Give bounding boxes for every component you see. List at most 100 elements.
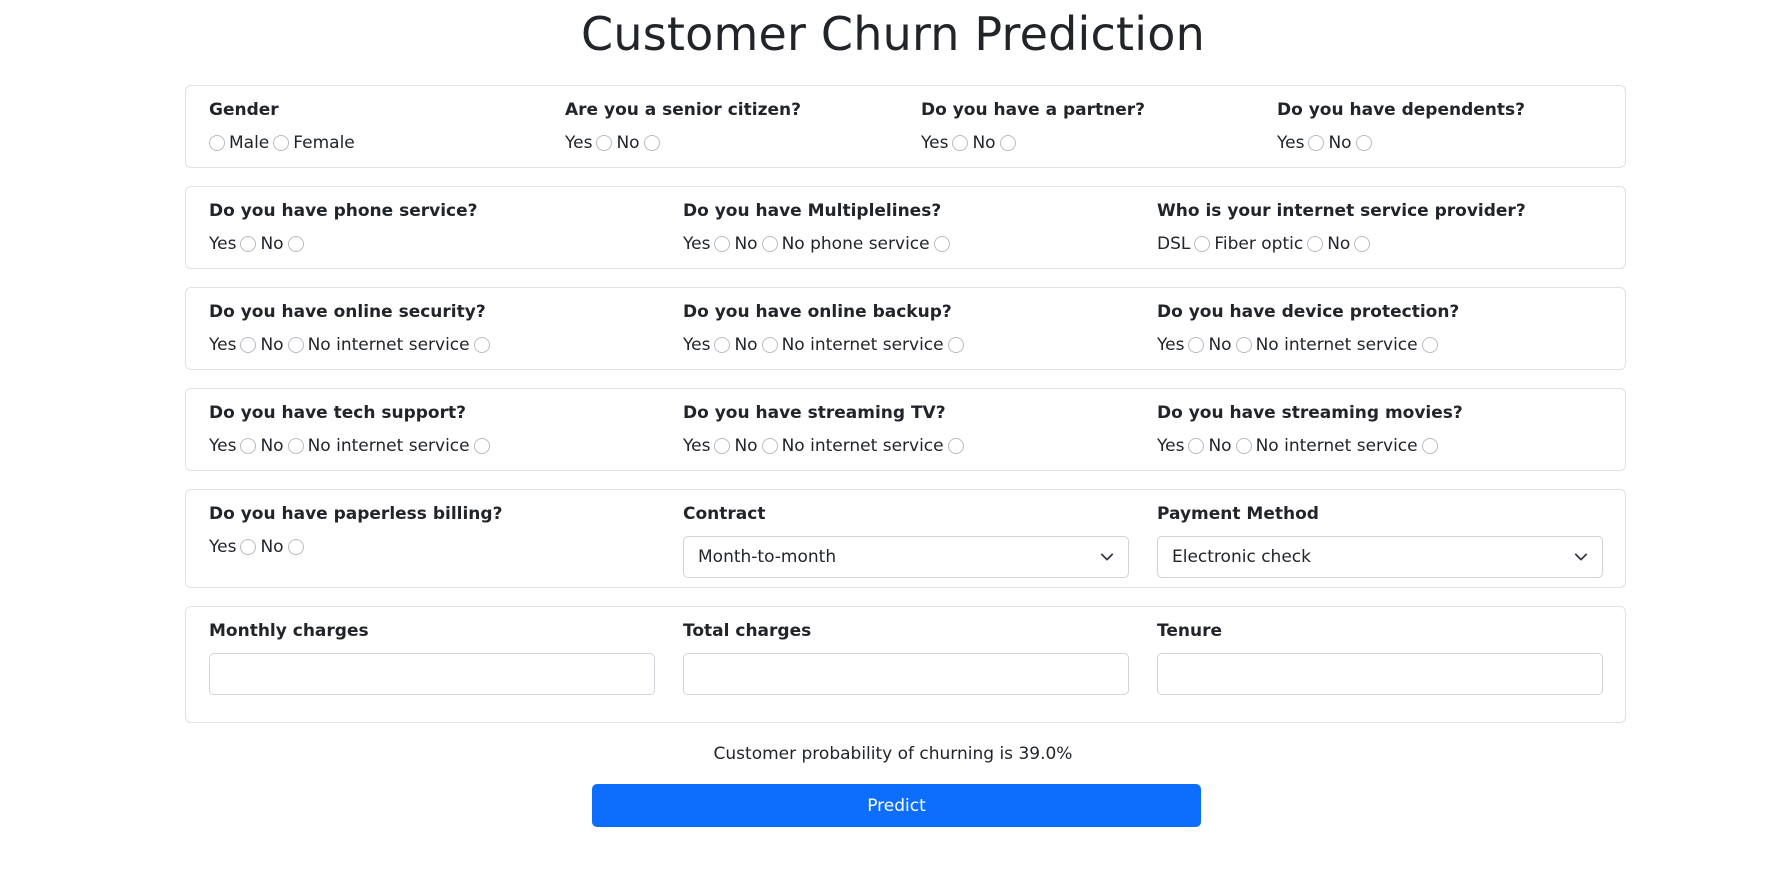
contract-label: Contract: [683, 504, 766, 524]
techsupport-options: Yes No No internet service: [209, 435, 494, 457]
security-no-radio[interactable]: [287, 337, 304, 353]
partner-yes-radio[interactable]: [952, 135, 969, 151]
protection-no-label: No: [1208, 335, 1232, 355]
paperless-no-radio[interactable]: [287, 539, 304, 555]
streamingmovies-label: Do you have streaming movies?: [1157, 403, 1463, 423]
field-phone: Do you have phone service? Yes No: [209, 200, 478, 255]
payment-label: Payment Method: [1157, 504, 1319, 524]
total-label: Total charges: [683, 621, 812, 641]
field-partner: Do you have a partner? Yes No: [921, 99, 1145, 154]
backup-no-label: No: [734, 335, 758, 355]
techsupport-no-radio[interactable]: [287, 438, 304, 454]
field-streamingmovies: Do you have streaming movies? Yes No No …: [1157, 402, 1463, 457]
phone-no-radio[interactable]: [287, 236, 304, 252]
chevron-down-icon: [1100, 553, 1114, 561]
streamingtv-no-radio[interactable]: [761, 438, 778, 454]
multiplelines-no-radio[interactable]: [761, 236, 778, 252]
techsupport-label: Do you have tech support?: [209, 403, 466, 423]
internet-fiber-radio[interactable]: [1307, 236, 1324, 252]
techsupport-nointernet-radio[interactable]: [473, 438, 490, 454]
backup-no-radio[interactable]: [761, 337, 778, 353]
multiplelines-yes-label: Yes: [683, 234, 711, 254]
streamingmovies-no-label: No: [1208, 436, 1232, 456]
internet-no-radio[interactable]: [1354, 236, 1371, 252]
security-nointernet-radio[interactable]: [473, 337, 490, 353]
streamingtv-yes-radio[interactable]: [714, 438, 731, 454]
gender-label: Gender: [209, 100, 279, 120]
internet-fiber-label: Fiber optic: [1214, 234, 1304, 254]
field-senior: Are you a senior citizen? Yes No: [565, 99, 801, 154]
monthly-charges-input[interactable]: [209, 653, 655, 695]
streamingmovies-yes-radio[interactable]: [1188, 438, 1205, 454]
multiplelines-yes-radio[interactable]: [714, 236, 731, 252]
gender-female-radio[interactable]: [273, 135, 290, 151]
multiplelines-options: Yes No No phone service: [683, 233, 954, 255]
protection-nointernet-radio[interactable]: [1421, 337, 1438, 353]
protection-yes-label: Yes: [1157, 335, 1185, 355]
senior-no-radio[interactable]: [643, 135, 660, 151]
contract-select[interactable]: Month-to-month: [683, 536, 1129, 578]
paperless-yes-radio[interactable]: [240, 539, 257, 555]
techsupport-no-label: No: [260, 436, 284, 456]
field-internet: Who is your internet service provider? D…: [1157, 200, 1526, 255]
senior-options: Yes No: [565, 132, 801, 154]
churn-result-text: Customer probability of churning is 39.0…: [713, 744, 1073, 764]
monthly-label: Monthly charges: [209, 621, 369, 641]
streamingmovies-nointernet-radio[interactable]: [1421, 438, 1438, 454]
internet-options: DSL Fiber optic No: [1157, 233, 1526, 255]
dependents-no-radio[interactable]: [1355, 135, 1372, 151]
dependents-yes-radio[interactable]: [1308, 135, 1325, 151]
gender-male-radio[interactable]: [209, 135, 225, 151]
partner-no-radio[interactable]: [999, 135, 1016, 151]
field-gender: Gender Male Female: [209, 99, 359, 154]
multiplelines-label: Do you have Multiplelines?: [683, 201, 942, 221]
streamingtv-label: Do you have streaming TV?: [683, 403, 946, 423]
streamingtv-no-label: No: [734, 436, 758, 456]
backup-nointernet-label: No internet service: [781, 335, 944, 355]
gender-male-label: Male: [229, 133, 270, 153]
field-payment: Payment Method Electronic check: [1157, 503, 1603, 578]
paperless-yes-label: Yes: [209, 537, 237, 557]
techsupport-yes-label: Yes: [209, 436, 237, 456]
predict-button[interactable]: Predict: [592, 784, 1201, 827]
phone-options: Yes No: [209, 233, 478, 255]
contract-selected-value: Month-to-month: [698, 547, 837, 567]
payment-select[interactable]: Electronic check: [1157, 536, 1603, 578]
card-online-services: Do you have online security? Yes No No i…: [185, 287, 1626, 370]
senior-no-label: No: [616, 133, 640, 153]
tenure-input[interactable]: [1157, 653, 1603, 695]
senior-yes-radio[interactable]: [596, 135, 613, 151]
streamingtv-nointernet-label: No internet service: [781, 436, 944, 456]
backup-yes-radio[interactable]: [714, 337, 731, 353]
streamingtv-options: Yes No No internet service: [683, 435, 968, 457]
multiplelines-nophone-radio[interactable]: [933, 236, 950, 252]
page-title: Customer Churn Prediction: [581, 7, 1205, 61]
security-nointernet-label: No internet service: [307, 335, 470, 355]
streamingmovies-nointernet-label: No internet service: [1255, 436, 1418, 456]
total-charges-input[interactable]: [683, 653, 1129, 695]
streamingtv-nointernet-radio[interactable]: [947, 438, 964, 454]
phone-label: Do you have phone service?: [209, 201, 478, 221]
security-yes-radio[interactable]: [240, 337, 257, 353]
protection-nointernet-label: No internet service: [1255, 335, 1418, 355]
paperless-no-label: No: [260, 537, 284, 557]
field-security: Do you have online security? Yes No No i…: [209, 301, 494, 356]
backup-options: Yes No No internet service: [683, 334, 968, 356]
streamingtv-yes-label: Yes: [683, 436, 711, 456]
security-yes-label: Yes: [209, 335, 237, 355]
streamingmovies-no-radio[interactable]: [1235, 438, 1252, 454]
phone-yes-radio[interactable]: [240, 236, 257, 252]
techsupport-yes-radio[interactable]: [240, 438, 257, 454]
protection-yes-radio[interactable]: [1188, 337, 1205, 353]
field-contract: Contract Month-to-month: [683, 503, 1129, 578]
field-backup: Do you have online backup? Yes No No int…: [683, 301, 968, 356]
internet-dsl-radio[interactable]: [1194, 236, 1211, 252]
backup-nointernet-radio[interactable]: [947, 337, 964, 353]
field-multiplelines: Do you have Multiplelines? Yes No No pho…: [683, 200, 954, 255]
partner-no-label: No: [972, 133, 996, 153]
protection-no-radio[interactable]: [1235, 337, 1252, 353]
dependents-label: Do you have dependents?: [1277, 100, 1526, 120]
card-charges: Monthly charges Total charges Tenure: [185, 606, 1626, 723]
phone-yes-label: Yes: [209, 234, 237, 254]
payment-selected-value: Electronic check: [1172, 547, 1311, 567]
